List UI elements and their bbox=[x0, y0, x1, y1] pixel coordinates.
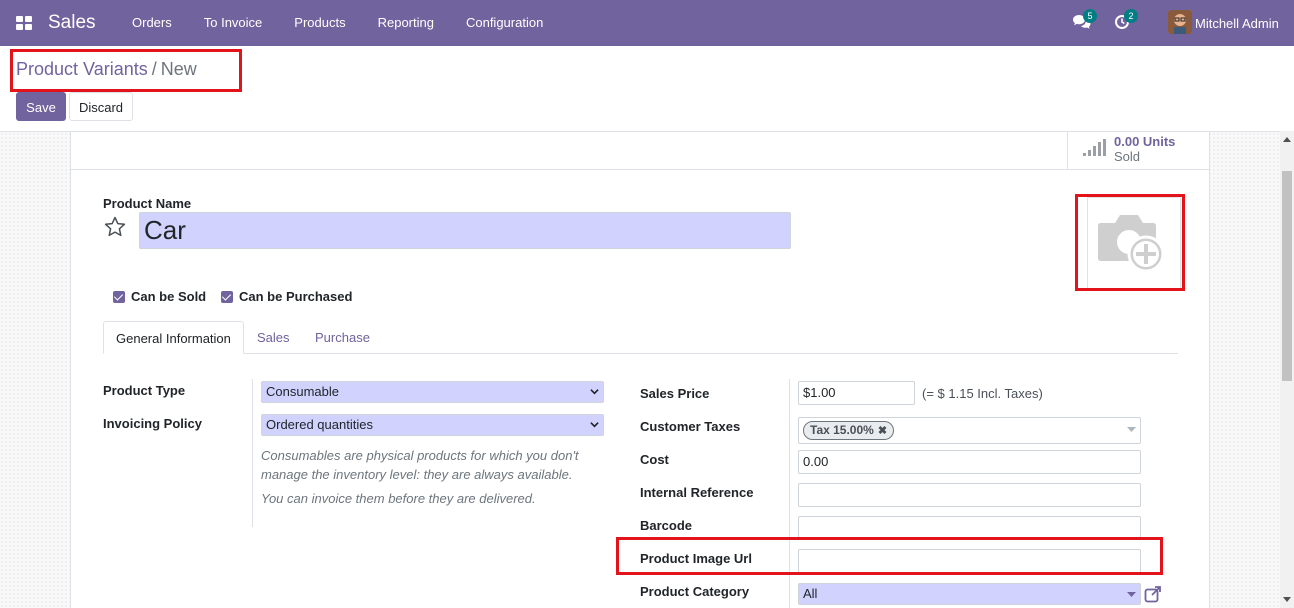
discard-button[interactable]: Discard bbox=[69, 92, 133, 121]
product-image-url-label: Product Image Url bbox=[640, 551, 752, 566]
product-image-upload[interactable] bbox=[1087, 197, 1181, 291]
customer-taxes-label: Customer Taxes bbox=[640, 419, 741, 434]
cost-input[interactable]: 0.00 bbox=[798, 450, 1141, 474]
can-be-purchased-label[interactable]: Can be Purchased bbox=[239, 289, 352, 304]
sales-price-input[interactable]: $1.00 bbox=[798, 381, 915, 405]
user-avatar[interactable] bbox=[1168, 10, 1192, 34]
invoicing-help-text: You can invoice them before they are del… bbox=[261, 491, 536, 506]
form-sheet: 0.00 Units Sold Product Name Car Can be … bbox=[70, 132, 1210, 608]
right-column-divider bbox=[789, 379, 790, 608]
can-be-purchased-checkbox[interactable] bbox=[221, 291, 233, 303]
camera-add-icon bbox=[1098, 215, 1165, 273]
barcode-label: Barcode bbox=[640, 518, 693, 533]
form-content-area: 0.00 Units Sold Product Name Car Can be … bbox=[0, 131, 1280, 608]
can-be-sold-label[interactable]: Can be Sold bbox=[131, 289, 206, 304]
barcode-input[interactable] bbox=[798, 516, 1141, 540]
favorite-star-icon[interactable] bbox=[103, 215, 127, 239]
dropdown-caret-icon bbox=[1127, 427, 1136, 432]
menu-configuration[interactable]: Configuration bbox=[450, 0, 559, 46]
external-link-icon[interactable] bbox=[1144, 585, 1162, 603]
can-be-sold-checkbox[interactable] bbox=[113, 291, 125, 303]
user-name[interactable]: Mitchell Admin bbox=[1195, 16, 1279, 31]
sales-price-label: Sales Price bbox=[640, 386, 710, 401]
breadcrumb-current: New bbox=[160, 59, 197, 79]
chevron-down-icon bbox=[590, 389, 599, 395]
remove-tag-icon[interactable]: ✖ bbox=[878, 425, 887, 437]
tab-sales[interactable]: Sales bbox=[245, 321, 302, 354]
product-category-value: All bbox=[803, 586, 818, 601]
product-type-help-text: Consumables are physical products for wh… bbox=[261, 448, 579, 482]
units-sold-stat-button[interactable]: 0.00 Units Sold bbox=[1067, 132, 1209, 170]
menu-reporting[interactable]: Reporting bbox=[362, 0, 450, 46]
menu-products[interactable]: Products bbox=[278, 0, 361, 46]
internal-reference-input[interactable] bbox=[798, 483, 1141, 507]
scrollbar-thumb[interactable] bbox=[1282, 171, 1292, 381]
breadcrumb-separator: / bbox=[151, 59, 157, 79]
tab-general-information[interactable]: General Information bbox=[103, 321, 244, 354]
menu-to-invoice[interactable]: To Invoice bbox=[188, 0, 279, 46]
invoicing-policy-label: Invoicing Policy bbox=[103, 416, 202, 431]
product-name-label: Product Name bbox=[103, 196, 192, 211]
activities-clock-icon[interactable]: 2 bbox=[1114, 9, 1138, 32]
messages-icon[interactable]: 5 bbox=[1073, 9, 1097, 32]
tab-purchase[interactable]: Purchase bbox=[303, 321, 382, 354]
top-navbar: Sales Orders To Invoice Products Reporti… bbox=[0, 0, 1294, 46]
incl-taxes-text: (= $ 1.15 Incl. Taxes) bbox=[922, 386, 1043, 401]
smart-button-box: 0.00 Units Sold bbox=[71, 132, 1209, 170]
breadcrumb: Product Variants / New bbox=[16, 59, 197, 80]
app-name[interactable]: Sales bbox=[48, 12, 96, 34]
save-button[interactable]: Save bbox=[16, 92, 66, 121]
product-image-url-input[interactable] bbox=[798, 549, 1141, 573]
scroll-up-arrow-icon[interactable] bbox=[1283, 137, 1291, 142]
invoicing-policy-select[interactable]: Ordered quantities bbox=[261, 414, 604, 436]
product-category-select[interactable]: All bbox=[798, 583, 1141, 605]
internal-reference-label: Internal Reference bbox=[640, 485, 754, 500]
signal-bars-icon bbox=[1083, 139, 1106, 156]
units-sold-label: Sold bbox=[1114, 149, 1141, 164]
main-menu: Orders To Invoice Products Reporting Con… bbox=[116, 0, 559, 46]
dropdown-caret-icon bbox=[1127, 592, 1136, 597]
menu-orders[interactable]: Orders bbox=[116, 0, 188, 46]
messages-badge: 5 bbox=[1083, 9, 1097, 23]
left-column-divider bbox=[252, 379, 253, 527]
scroll-down-arrow-icon[interactable] bbox=[1283, 597, 1291, 602]
invoicing-policy-value: Ordered quantities bbox=[266, 417, 373, 432]
tax-tag-label: Tax 15.00% bbox=[810, 423, 874, 437]
breadcrumb-parent[interactable]: Product Variants bbox=[16, 59, 148, 80]
product-category-label: Product Category bbox=[640, 584, 750, 599]
apps-menu-icon[interactable] bbox=[16, 16, 32, 30]
cost-label: Cost bbox=[640, 452, 669, 467]
page-scrollbar[interactable] bbox=[1280, 131, 1294, 608]
product-type-value: Consumable bbox=[266, 384, 339, 399]
chevron-down-icon bbox=[590, 422, 599, 428]
units-sold-value: 0.00 Units bbox=[1114, 134, 1176, 149]
product-type-select[interactable]: Consumable bbox=[261, 381, 604, 403]
customer-taxes-input[interactable]: Tax 15.00% ✖ bbox=[798, 417, 1141, 444]
product-type-label: Product Type bbox=[103, 383, 186, 398]
tax-tag: Tax 15.00% ✖ bbox=[803, 421, 895, 440]
activities-badge: 2 bbox=[1124, 9, 1138, 23]
product-name-input[interactable]: Car bbox=[139, 212, 791, 249]
